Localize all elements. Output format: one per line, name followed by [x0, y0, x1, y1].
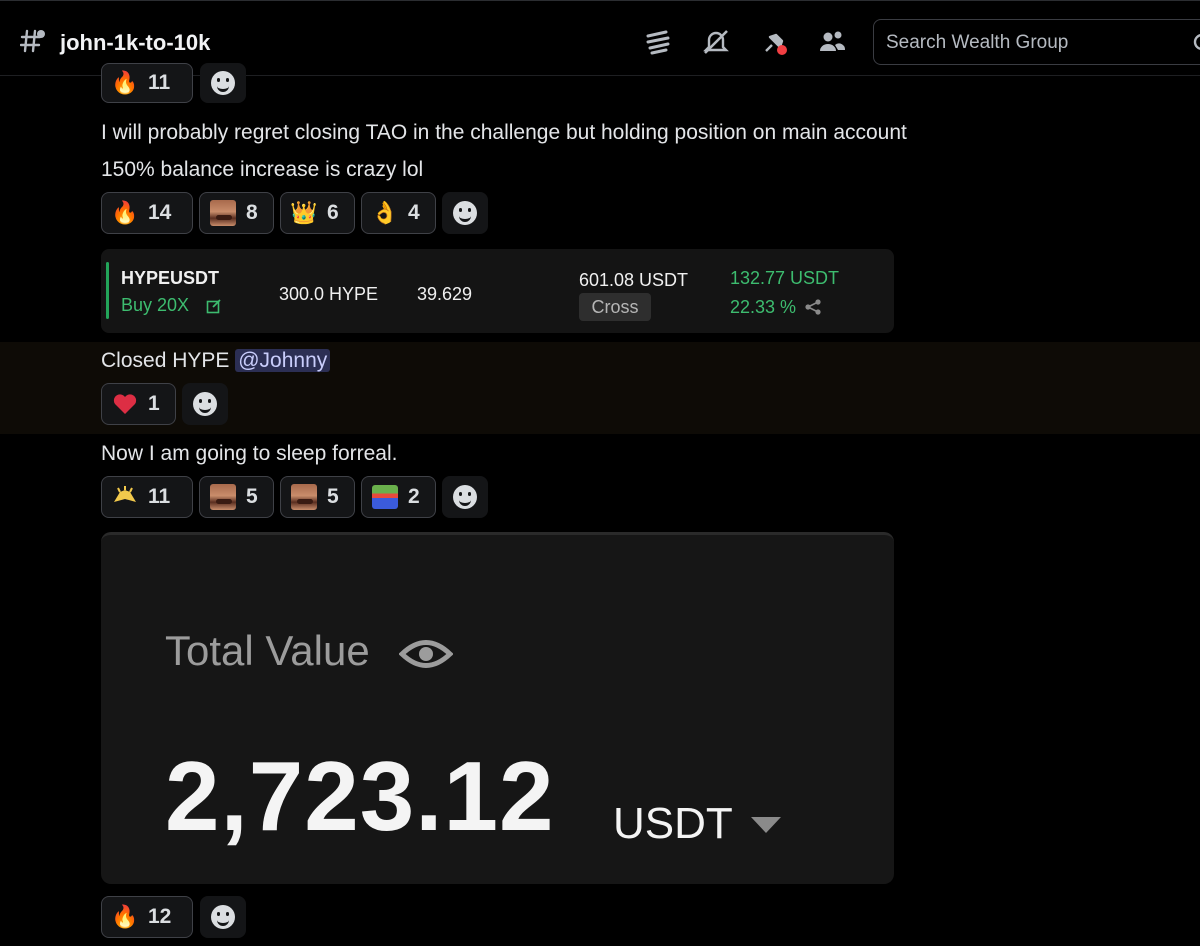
fire-emoji-icon: 🔥: [111, 904, 139, 929]
ok-hand-emoji-icon: 👌: [371, 200, 399, 225]
position-margin: 601.08 USDT: [579, 270, 689, 290]
reaction-laughing-man[interactable]: 5: [280, 476, 355, 518]
position-pnl: 132.77 USDT: [730, 268, 840, 288]
margin-mode-badge: Cross: [579, 293, 651, 321]
reaction-fire[interactable]: 🔥 11: [101, 63, 193, 103]
reaction-count: 11: [148, 485, 171, 508]
eye-icon: [399, 640, 453, 668]
reaction-count: 11: [148, 71, 171, 94]
smile-icon: [211, 905, 235, 929]
message-text-line: 150% balance increase is crazy lol: [101, 158, 424, 181]
caret-down-icon: [751, 817, 781, 833]
edit-icon[interactable]: [206, 298, 222, 314]
reaction-laughing-man[interactable]: 8: [199, 192, 274, 234]
reaction-count: 1: [148, 392, 160, 415]
position-size: 300.0 HYPE: [279, 284, 379, 304]
add-reaction-button[interactable]: [182, 383, 228, 425]
notifications-muted-icon[interactable]: [701, 27, 731, 57]
crown-emoji-icon: 👑: [290, 200, 318, 225]
message-text-line: Now I am going to sleep forreal.: [101, 442, 398, 465]
reaction-count: 14: [148, 201, 172, 224]
add-reaction-button[interactable]: [200, 896, 246, 938]
add-reaction-button[interactable]: [442, 192, 488, 234]
reaction-count: 5: [246, 485, 258, 508]
total-value-screenshot[interactable]: Total Value 2,723.12 USDT: [101, 532, 894, 884]
reaction-fire[interactable]: 🔥 12: [101, 896, 193, 938]
channel-name: john-1k-to-10k: [60, 30, 211, 55]
message-text: Closed HYPE: [101, 349, 230, 372]
reaction-ok-hand[interactable]: 👌 4: [361, 192, 436, 234]
smile-icon: [453, 201, 477, 225]
total-value-unit: USDT: [613, 799, 733, 848]
salute-hands-emoji-icon: [114, 486, 136, 502]
search-input[interactable]: Search Wealth Group: [873, 19, 1200, 65]
add-reaction-button[interactable]: [442, 476, 488, 518]
position-side: Buy 20X: [121, 295, 190, 315]
reaction-salute-hands[interactable]: 11: [101, 476, 193, 518]
position-pnl-percent: 22.33 %: [730, 297, 797, 317]
search-icon: [1193, 34, 1200, 50]
user-mention[interactable]: @Johnny: [235, 349, 331, 372]
reaction-heart[interactable]: 1: [101, 383, 176, 425]
fire-emoji-icon: 🔥: [111, 70, 139, 95]
threads-icon[interactable]: [643, 27, 673, 57]
fire-emoji-icon: 🔥: [111, 200, 139, 225]
reaction-count: 6: [327, 201, 339, 224]
message-text-line: Closed HYPE @Johnny: [101, 349, 331, 373]
message-text-line: I will probably regret closing TAO in th…: [101, 121, 907, 144]
total-value-amount: 2,723.12: [165, 741, 555, 851]
members-list-icon[interactable]: [817, 27, 847, 57]
hashtag-icon: [20, 29, 45, 53]
pinned-messages-icon[interactable]: [760, 27, 790, 57]
smile-icon: [453, 485, 477, 509]
total-value-label: Total Value: [165, 627, 370, 674]
position-entry-price: 39.629: [417, 284, 473, 304]
reaction-count: 2: [408, 485, 420, 508]
heart-emoji-icon: [113, 394, 137, 414]
add-reaction-button[interactable]: [200, 63, 246, 103]
smile-icon: [211, 71, 235, 95]
laughing-man-emoji-icon: [210, 200, 236, 226]
smile-icon: [193, 392, 217, 416]
search-placeholder: Search Wealth Group: [886, 32, 1069, 53]
position-card: HYPEUSDT Buy 20X 300.0 HYPE 39.629 601.0…: [101, 249, 894, 333]
reaction-count: 5: [327, 485, 339, 508]
reaction-crown[interactable]: 👑 6: [280, 192, 355, 234]
reaction-count: 4: [408, 201, 420, 224]
pepe-flag-emoji-icon: [372, 485, 398, 509]
share-icon[interactable]: [804, 298, 822, 316]
long-indicator-bar: [106, 262, 109, 319]
reaction-count: 8: [246, 201, 258, 224]
reaction-count: 12: [148, 905, 172, 928]
laughing-man-emoji-icon: [210, 484, 236, 510]
reaction-pepe-flag[interactable]: 2: [361, 476, 436, 518]
reaction-laughing-man[interactable]: 5: [199, 476, 274, 518]
reaction-fire[interactable]: 🔥 14: [101, 192, 193, 234]
position-symbol: HYPEUSDT: [121, 268, 220, 288]
laughing-man-emoji-icon: [291, 484, 317, 510]
